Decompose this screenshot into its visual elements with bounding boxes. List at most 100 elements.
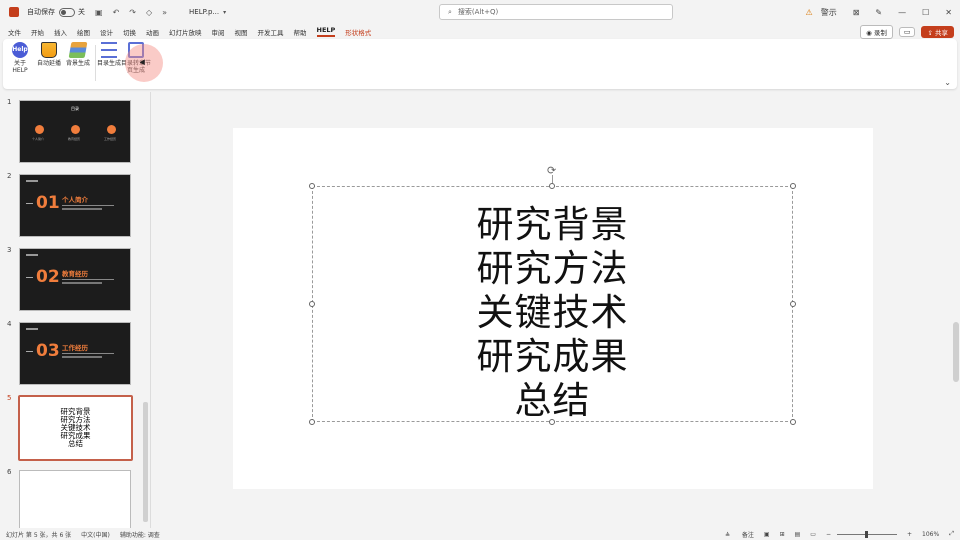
minimize-icon[interactable]: — — [898, 8, 906, 17]
slide-thumbnail-5[interactable]: 研究背景 研究方法 关键技术 研究成果 总结 — [18, 395, 133, 461]
filename-chevron-icon[interactable]: ▾ — [223, 9, 226, 16]
text-box-content[interactable]: 研究背景 研究方法 关键技术 研究成果 总结 — [313, 203, 792, 423]
maximize-icon[interactable]: ☐ — [922, 8, 929, 17]
tab-shape-format[interactable]: 形状格式 — [345, 27, 371, 37]
tab-review[interactable]: 审阅 — [212, 27, 225, 37]
bullet-dot — [35, 125, 44, 134]
text-line[interactable]: 总结 — [313, 379, 792, 423]
resize-handle[interactable] — [790, 419, 796, 425]
thumb-item: 教育经历 — [68, 137, 81, 141]
background-gen-label: 背景生成 — [65, 60, 90, 67]
close-icon[interactable]: ✕ — [945, 8, 952, 17]
tab-animations[interactable]: 动画 — [146, 27, 159, 37]
tab-insert[interactable]: 插入 — [54, 27, 67, 37]
tab-view[interactable]: 视图 — [235, 27, 248, 37]
collapse-ribbon-icon[interactable]: ⌄ — [944, 78, 951, 87]
editor-scrollbar[interactable] — [952, 92, 960, 528]
thumbnail-scrollbar[interactable] — [143, 92, 148, 528]
file-name[interactable]: HELP.p... — [189, 8, 219, 16]
thumb-dash — [26, 277, 33, 278]
zoom-level[interactable]: 106% — [922, 531, 939, 538]
warning-label[interactable]: 警示 — [821, 7, 837, 18]
redo-icon[interactable]: ↷ — [129, 8, 136, 17]
save-icon[interactable]: ▣ — [95, 8, 103, 17]
zoom-in-icon[interactable]: + — [907, 531, 912, 538]
slide-thumbnail-6[interactable] — [19, 470, 131, 528]
tab-help-addin[interactable]: HELP — [316, 26, 336, 37]
tab-home[interactable]: 开始 — [31, 27, 44, 37]
text-line[interactable]: 研究方法 — [313, 247, 792, 291]
thumb-subtitle-bar — [62, 208, 102, 210]
thumb-section-number: 01 — [36, 193, 60, 213]
resize-handle[interactable] — [549, 183, 555, 189]
layers-icon — [68, 42, 88, 58]
thumb-divider — [62, 205, 114, 206]
resize-handle[interactable] — [790, 301, 796, 307]
text-line[interactable]: 研究成果 — [313, 335, 792, 379]
menu-bar: 文件 开始 插入 绘图 设计 切换 动画 幻灯片放映 审阅 视图 开发工具 帮助… — [0, 24, 960, 39]
notes-button[interactable]: ≜ 备注 — [715, 530, 754, 539]
thumb-section-title: 教育经历 — [62, 270, 88, 278]
resize-handle[interactable] — [309, 183, 315, 189]
fit-to-window-icon[interactable]: ⤢ — [949, 530, 954, 538]
undo-icon[interactable]: ↶ — [113, 8, 120, 17]
tab-developer[interactable]: 开发工具 — [258, 27, 284, 37]
zoom-slider[interactable] — [837, 530, 897, 538]
resize-handle[interactable] — [309, 301, 315, 307]
pen-icon[interactable]: ✎ — [875, 8, 882, 17]
thumb-logo — [26, 254, 38, 256]
language-status[interactable]: 中文(中国) — [81, 530, 110, 539]
slide-number: 6 — [7, 468, 12, 476]
reading-view-icon[interactable]: ▤ — [795, 531, 801, 538]
tab-transitions[interactable]: 切换 — [123, 27, 136, 37]
zoom-out-icon[interactable]: − — [826, 531, 831, 538]
resize-handle[interactable] — [309, 419, 315, 425]
bullet-dot — [71, 125, 80, 134]
scrollbar-thumb[interactable] — [143, 402, 148, 522]
powerpoint-logo-icon — [9, 7, 19, 17]
comment-button[interactable]: ▭ — [898, 27, 916, 37]
slide-thumbnail-1[interactable]: 目录 个人简介 教育经历 工作经历 — [19, 100, 131, 163]
about-help-button[interactable]: Help 关于 HELP — [7, 42, 33, 74]
thumb-item: 个人简介 — [32, 137, 45, 141]
slideshow-icon[interactable]: ▭ — [810, 531, 816, 538]
background-gen-button[interactable]: 背景生成 — [65, 42, 91, 67]
record-icon: ◉ — [866, 29, 874, 37]
autosave-state: 关 — [78, 8, 85, 16]
status-bar: 幻灯片 第 5 张，共 6 张 中文(中国) 辅助功能: 调查 ≜ 备注 ▣ ⊞… — [0, 528, 960, 540]
autosave-toggle[interactable] — [59, 7, 75, 17]
search-input[interactable]: ⌕ 搜索(Alt+Q) — [439, 4, 673, 20]
shapes-icon[interactable]: ◇ — [146, 8, 152, 17]
toc-gen-label: 目录生成 — [96, 60, 121, 67]
record-button[interactable]: ◉ 录制 — [860, 25, 893, 39]
more-commands-icon[interactable]: » — [162, 8, 167, 17]
scrollbar-thumb[interactable] — [953, 322, 959, 382]
text-line[interactable]: 研究背景 — [313, 203, 792, 247]
normal-view-icon[interactable]: ▣ — [764, 531, 770, 538]
slide-thumbnail-2[interactable]: 01 个人简介 — [19, 174, 131, 237]
accessibility-status[interactable]: 辅助功能: 调查 — [120, 530, 160, 539]
thumb-logo — [26, 328, 38, 330]
resize-handle[interactable] — [790, 183, 796, 189]
tab-design[interactable]: 设计 — [100, 27, 113, 37]
warning-icon[interactable]: ⚠ — [806, 8, 813, 17]
tab-file[interactable]: 文件 — [8, 27, 21, 37]
comment-icon: ▭ — [903, 28, 911, 36]
share-button[interactable]: ⇪ 共享 — [921, 26, 954, 38]
tab-draw[interactable]: 绘图 — [77, 27, 90, 37]
resize-handle[interactable] — [549, 419, 555, 425]
auto-delay-button[interactable]: 自动延播 — [36, 42, 62, 67]
selected-text-box[interactable]: 研究背景 研究方法 关键技术 研究成果 总结 — [312, 186, 793, 422]
tab-help[interactable]: 帮助 — [294, 27, 307, 37]
thumb-logo — [26, 180, 38, 182]
text-line[interactable]: 关键技术 — [313, 291, 792, 335]
notes-icon: ≜ — [724, 531, 732, 539]
slide-thumbnail-3[interactable]: 02 教育经历 — [19, 248, 131, 311]
about-help-label: 关于 HELP — [12, 60, 28, 74]
share-icon: ⇪ — [927, 29, 935, 37]
user-avatar-icon[interactable]: ⊠ — [853, 8, 860, 17]
slide-thumbnail-4[interactable]: 03 工作经历 — [19, 322, 131, 385]
tab-slideshow[interactable]: 幻灯片放映 — [169, 27, 202, 37]
slide-sorter-icon[interactable]: ⊞ — [780, 531, 785, 538]
pane-divider[interactable] — [150, 92, 151, 528]
